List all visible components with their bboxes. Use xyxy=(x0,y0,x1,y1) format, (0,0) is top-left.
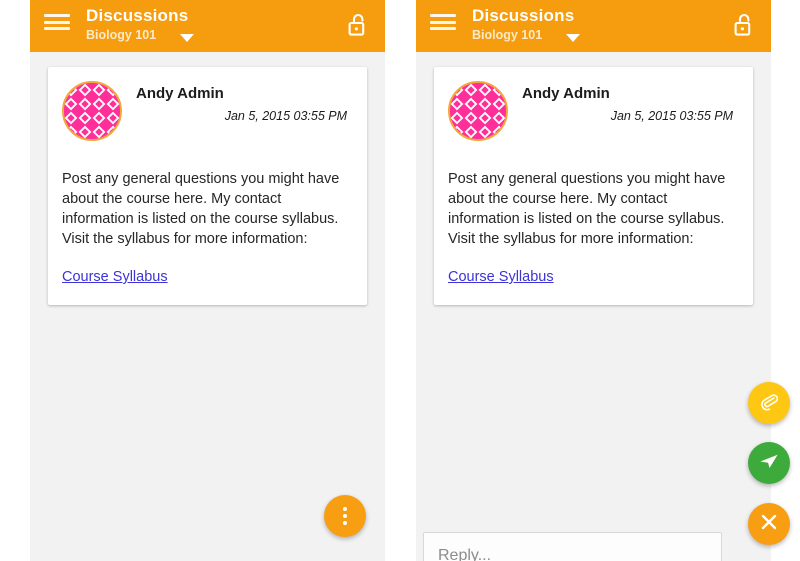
close-fab[interactable] xyxy=(748,503,790,545)
paper-plane-icon xyxy=(758,450,780,477)
post-author: Andy Admin xyxy=(522,85,610,102)
course-name-label: Biology 101 xyxy=(86,28,157,42)
hamburger-bar xyxy=(430,20,456,24)
phone-screen-left: Discussions Biology 101 Andy Admin Jan 5… xyxy=(30,0,385,561)
post-body-text: Post any general questions you might hav… xyxy=(62,171,340,247)
course-selector[interactable]: Biology 101 xyxy=(86,27,347,43)
hamburger-bar xyxy=(44,27,70,30)
reply-input[interactable]: Reply... xyxy=(423,532,722,561)
hamburger-bar xyxy=(44,20,70,24)
discussion-list-left: Andy Admin Jan 5, 2015 03:55 PM Post any… xyxy=(30,52,385,561)
phone-screen-right: Discussions Biology 101 Andy Admin Jan 5… xyxy=(416,0,771,561)
post-header: Andy Admin Jan 5, 2015 03:55 PM xyxy=(62,81,353,141)
kebab-dot xyxy=(343,514,347,518)
app-bar-left: Discussions Biology 101 xyxy=(30,0,385,52)
user-avatar-pattern[interactable] xyxy=(62,81,122,141)
unlocked-padlock-icon[interactable] xyxy=(733,12,755,38)
hamburger-bar xyxy=(44,14,70,17)
discussion-list-right: Andy Admin Jan 5, 2015 03:55 PM Post any… xyxy=(416,52,771,561)
course-syllabus-link[interactable]: Course Syllabus xyxy=(62,267,168,287)
post-header: Andy Admin Jan 5, 2015 03:55 PM xyxy=(448,81,739,141)
app-bar-titles: Discussions Biology 101 xyxy=(472,5,733,43)
course-selector[interactable]: Biology 101 xyxy=(472,27,733,43)
page-title: Discussions xyxy=(472,6,575,25)
hamburger-bar xyxy=(430,27,456,30)
app-bar-right: Discussions Biology 101 xyxy=(416,0,771,52)
more-options-fab[interactable] xyxy=(324,495,366,537)
attach-fab[interactable] xyxy=(748,382,790,424)
reply-placeholder: Reply... xyxy=(438,547,492,561)
kebab-dot xyxy=(343,521,347,525)
hamburger-icon[interactable] xyxy=(44,14,70,30)
course-syllabus-link[interactable]: Course Syllabus xyxy=(448,267,554,287)
post-body-text: Post any general questions you might hav… xyxy=(448,171,726,247)
page-title: Discussions xyxy=(86,6,189,25)
kebab-dot xyxy=(343,507,347,511)
send-fab[interactable] xyxy=(748,442,790,484)
post-author: Andy Admin xyxy=(136,85,224,102)
screenshot-stage: Discussions Biology 101 Andy Admin Jan 5… xyxy=(0,0,800,561)
user-avatar-pattern[interactable] xyxy=(448,81,508,141)
post-timestamp: Jan 5, 2015 03:55 PM xyxy=(610,109,733,123)
panel-divider xyxy=(385,0,416,561)
course-name-label: Biology 101 xyxy=(472,28,543,42)
post-timestamp: Jan 5, 2015 03:55 PM xyxy=(224,109,347,123)
unlocked-padlock-icon[interactable] xyxy=(347,12,369,38)
discussion-post-card[interactable]: Andy Admin Jan 5, 2015 03:55 PM Post any… xyxy=(434,67,753,305)
close-x-icon xyxy=(760,513,778,536)
discussion-post-card[interactable]: Andy Admin Jan 5, 2015 03:55 PM Post any… xyxy=(48,67,367,305)
hamburger-bar xyxy=(430,14,456,17)
chevron-down-icon[interactable] xyxy=(180,33,195,42)
hamburger-icon[interactable] xyxy=(430,14,456,30)
chevron-down-icon[interactable] xyxy=(566,33,581,42)
app-bar-titles: Discussions Biology 101 xyxy=(86,5,347,43)
post-meta: Andy Admin Jan 5, 2015 03:55 PM xyxy=(136,81,353,124)
kebab-menu-icon xyxy=(343,507,347,525)
post-meta: Andy Admin Jan 5, 2015 03:55 PM xyxy=(522,81,739,124)
paperclip-icon xyxy=(758,390,780,417)
